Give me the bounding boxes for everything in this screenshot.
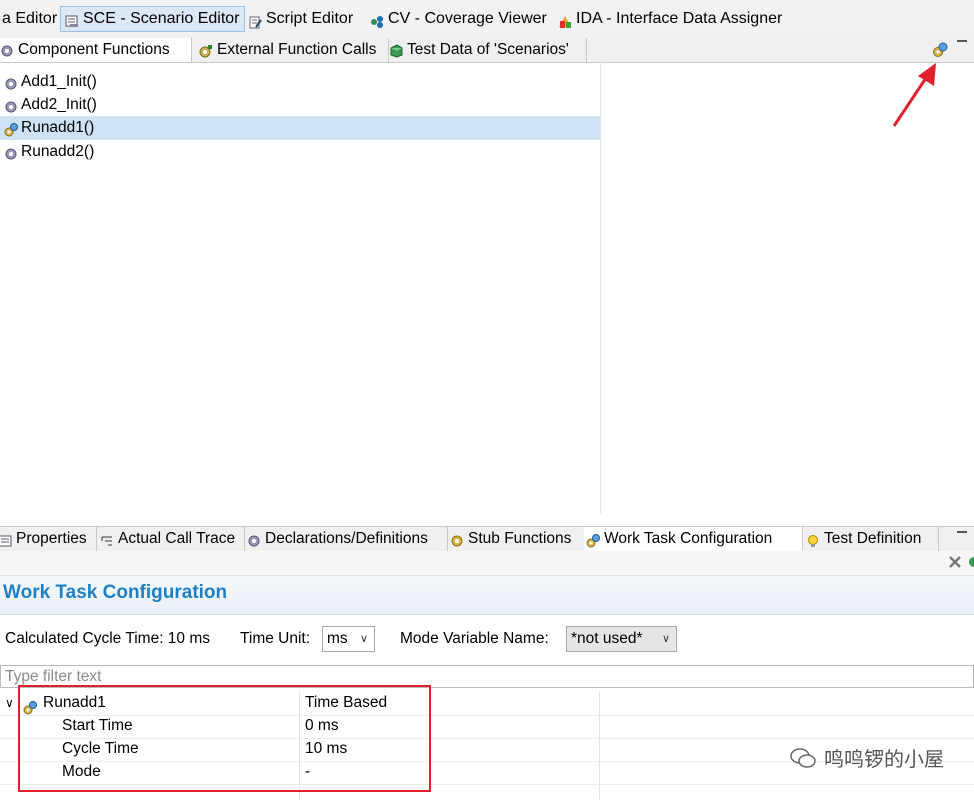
tab-stub-functions[interactable]: Stub Functions <box>448 527 585 551</box>
panel-title: Work Task Configuration <box>3 582 228 603</box>
tree-item-runadd1[interactable]: Runadd1() <box>0 116 601 140</box>
perspective-interface-data-assigner[interactable]: IDA - Interface Data Assigner <box>554 6 786 32</box>
test-data-icon <box>389 43 403 58</box>
watermark: 鸣鸣锣的小屋 <box>790 743 944 772</box>
stub-functions-icon <box>450 532 464 547</box>
tree-item-add1-init[interactable]: Add1_Init() <box>4 70 601 94</box>
component-tab-row: Component Functions External Function Ca… <box>0 38 974 63</box>
tab-test-definition[interactable]: Test Definition <box>804 527 939 551</box>
tree-item-add2-init[interactable]: Add2_Init() <box>4 93 601 117</box>
close-icon[interactable] <box>948 555 962 573</box>
perspective-coverage-viewer[interactable]: CV - Coverage Viewer <box>366 6 551 32</box>
tab-test-data-scenarios[interactable]: Test Data of 'Scenarios' <box>386 38 587 62</box>
declarations-icon <box>247 532 261 547</box>
mode-variable-select[interactable]: *not used* ∨ <box>566 626 677 652</box>
call-trace-icon <box>100 532 114 546</box>
pane-divider[interactable] <box>600 62 601 514</box>
chevron-down-icon: ∨ <box>661 633 670 645</box>
gear-icon <box>4 98 18 113</box>
chevron-down-icon: ∨ <box>359 633 368 645</box>
coverage-viewer-icon <box>370 12 384 28</box>
chevron-down-icon[interactable]: ∨ <box>5 692 14 714</box>
panel-header: Work Task Configuration <box>0 576 974 615</box>
external-call-icon <box>199 43 213 58</box>
script-editor-icon <box>248 12 262 29</box>
tree-item-runadd2[interactable]: Runadd2() <box>4 140 601 164</box>
calculated-cycle-time: Calculated Cycle Time: 10 ms <box>5 630 211 647</box>
time-unit-label: Time Unit: <box>240 630 311 647</box>
component-functions-tree: Add1_Init() Add2_Init() Runadd1() Runadd… <box>0 62 601 514</box>
mode-variable-label: Mode Variable Name: <box>400 630 549 647</box>
tab-properties[interactable]: Properties <box>0 527 97 551</box>
tab-external-function-calls[interactable]: External Function Calls <box>196 38 389 62</box>
tab-work-task-configuration[interactable]: Work Task Configuration <box>584 527 803 551</box>
tab-component-functions[interactable]: Component Functions <box>0 38 192 62</box>
wechat-icon <box>790 747 816 769</box>
work-task-icon <box>4 121 18 137</box>
gear-icon <box>4 145 18 160</box>
bottom-tab-row: Properties Actual Call Trace Declaration… <box>0 526 974 552</box>
new-work-task-icon[interactable] <box>932 42 948 62</box>
annotation-arrow <box>892 63 936 127</box>
perspective-script-editor[interactable]: Script Editor <box>244 6 357 32</box>
minimize-icon[interactable] <box>957 40 967 42</box>
interface-data-assigner-icon <box>558 12 572 28</box>
time-unit-select[interactable]: ms ∨ <box>322 626 375 652</box>
properties-icon <box>0 532 12 547</box>
minimize-icon[interactable] <box>957 531 967 533</box>
tab-declarations-definitions[interactable]: Declarations/Definitions <box>245 527 448 551</box>
perspective-scenario-editor[interactable]: SCE - Scenario Editor <box>60 6 245 32</box>
refresh-icon[interactable] <box>966 555 974 573</box>
perspective-editor[interactable]: a Editor <box>0 6 61 32</box>
lightbulb-icon <box>806 532 820 547</box>
work-task-icon <box>586 532 600 548</box>
highlight-box <box>18 685 431 792</box>
panel-toolbar <box>0 551 974 576</box>
scenario-editor-icon <box>65 12 79 27</box>
tab-actual-call-trace[interactable]: Actual Call Trace <box>98 527 245 551</box>
gear-icon <box>4 75 18 90</box>
gear-icon <box>0 43 14 57</box>
perspective-bar: a Editor SCE - Scenario Editor Script Ed… <box>0 0 974 39</box>
